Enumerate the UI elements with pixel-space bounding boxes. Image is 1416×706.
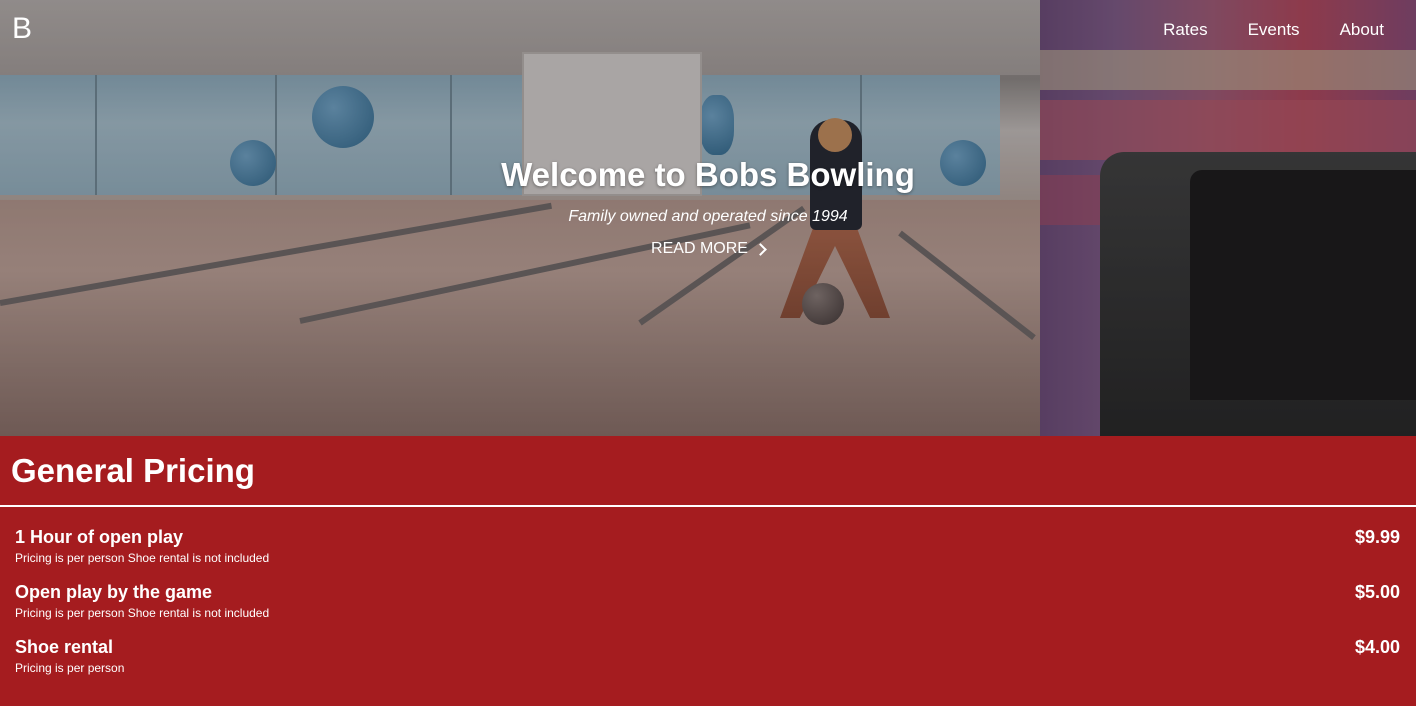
read-more-label: READ MORE xyxy=(651,240,748,257)
hero-title: Welcome to Bobs Bowling xyxy=(501,156,915,193)
nav-link-about[interactable]: About xyxy=(1340,20,1384,40)
nav-link-rates[interactable]: Rates xyxy=(1163,20,1207,40)
top-nav: Rates Events About xyxy=(1163,20,1384,40)
pricing-item: Shoe rental Pricing is per person $4.00 xyxy=(15,637,1400,692)
hero-subtitle: Family owned and operated since 1994 xyxy=(568,208,848,225)
pricing-item-price: $9.99 xyxy=(1354,527,1400,547)
pricing-item-note: Pricing is per person xyxy=(15,661,125,675)
pricing-item-price: $5.00 xyxy=(1354,582,1400,602)
hero-section: B Rates Events About Welcome to Bobs Bow… xyxy=(0,0,1416,436)
pricing-item-note: Pricing is per person Shoe rental is not… xyxy=(15,551,270,565)
pricing-item-title: 1 Hour of open play xyxy=(15,527,184,547)
pricing-divider xyxy=(0,505,1416,507)
pricing-list: 1 Hour of open play Pricing is per perso… xyxy=(15,527,1400,692)
hero-content: Welcome to Bobs Bowling Family owned and… xyxy=(0,156,1416,258)
pricing-item-note: Pricing is per person Shoe rental is not… xyxy=(15,606,270,620)
pricing-item-title: Shoe rental xyxy=(15,637,114,657)
pricing-item: Open play by the game Pricing is per per… xyxy=(15,582,1400,637)
site-logo[interactable]: B xyxy=(12,14,32,44)
chevron-right-icon xyxy=(754,242,767,256)
pricing-item-title: Open play by the game xyxy=(15,582,213,602)
pricing-heading: General Pricing xyxy=(11,452,255,489)
pricing-item-price: $4.00 xyxy=(1354,637,1400,657)
nav-link-events[interactable]: Events xyxy=(1248,20,1300,40)
read-more-link[interactable]: READ MORE xyxy=(651,240,767,258)
pricing-section: General Pricing 1 Hour of open play Pric… xyxy=(0,436,1416,706)
pricing-item: 1 Hour of open play Pricing is per perso… xyxy=(15,527,1400,582)
